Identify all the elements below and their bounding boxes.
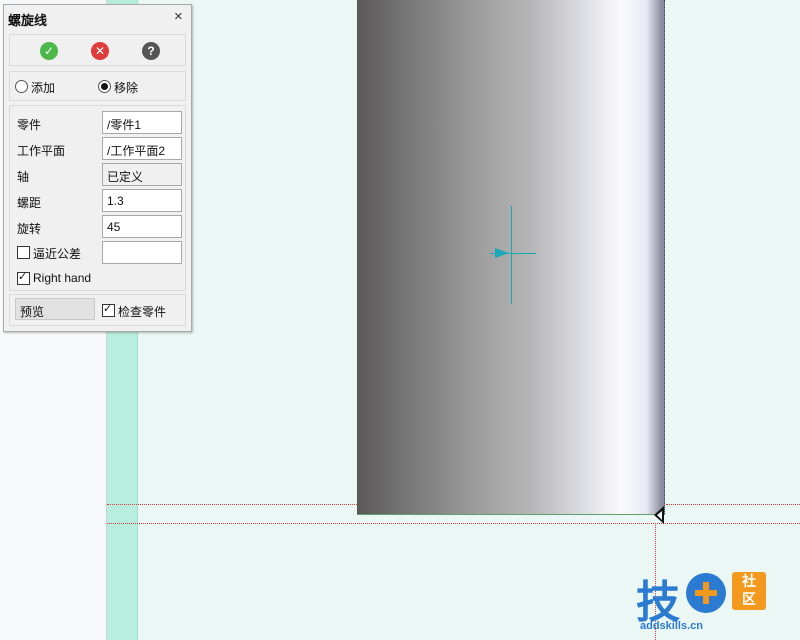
mode-radio-group: 添加 移除: [9, 71, 186, 101]
datum-line-horizontal: [666, 504, 800, 505]
help-question-icon[interactable]: ?: [142, 42, 160, 60]
close-icon[interactable]: ×: [174, 8, 183, 25]
right-hand-label: Right hand: [33, 271, 92, 285]
part-field[interactable]: /零件1: [102, 111, 182, 134]
radio-add[interactable]: [15, 80, 28, 93]
watermark-badge: 社 区: [732, 572, 766, 610]
rotation-label: 旋转: [17, 222, 42, 236]
pitch-input[interactable]: 1.3: [102, 189, 182, 212]
axis-crosshair-vertical: [511, 206, 512, 304]
corner-marker-icon: [654, 506, 664, 524]
rotation-input[interactable]: 45: [102, 215, 182, 238]
part-label: 零件: [17, 118, 42, 132]
tolerance-input[interactable]: [102, 241, 182, 264]
axis-label: 轴: [17, 170, 30, 184]
tolerance-label: 逼近公差: [33, 247, 82, 261]
tolerance-checkbox[interactable]: [17, 246, 30, 259]
plus-icon: [686, 573, 726, 613]
action-toolbar: ✓ ✕ ?: [9, 34, 186, 66]
plane-label: 工作平面: [17, 144, 66, 158]
bottom-options: 预览 检查零件: [9, 294, 186, 326]
radio-add-label: 添加: [31, 81, 56, 95]
site-watermark: 技 社 区 addskills.cn: [636, 568, 796, 638]
watermark-url: addskills.cn: [640, 620, 703, 632]
workplane-field[interactable]: /工作平面2: [102, 137, 182, 160]
watermark-badge-bottom: 区: [742, 591, 756, 607]
dialog-title: 螺旋线: [8, 13, 48, 28]
ok-check-icon[interactable]: ✓: [40, 42, 58, 60]
cylinder-edge: [664, 0, 667, 514]
watermark-badge-top: 社: [742, 573, 756, 589]
radio-remove[interactable]: [98, 80, 111, 93]
check-part-checkbox[interactable]: [102, 302, 115, 317]
check-part-label: 检查零件: [118, 305, 167, 319]
helix-dialog: 螺旋线 × ✓ ✕ ? 添加 移除 零件 /零件1 工作平面 /工作平面2 轴 …: [3, 4, 192, 332]
datum-line-horizontal: [107, 504, 357, 505]
datum-line-horizontal: [107, 523, 800, 524]
axis-field[interactable]: 已定义: [102, 163, 182, 186]
arrow-icon[interactable]: [495, 248, 509, 258]
right-hand-checkbox[interactable]: [17, 270, 30, 285]
cancel-x-icon[interactable]: ✕: [91, 42, 109, 60]
preview-button[interactable]: 预览: [15, 298, 95, 320]
parameters-panel: 零件 /零件1 工作平面 /工作平面2 轴 已定义 螺距 1.3 旋转 45 逼…: [9, 105, 186, 291]
radio-remove-label: 移除: [114, 81, 139, 95]
pitch-label: 螺距: [17, 196, 42, 210]
